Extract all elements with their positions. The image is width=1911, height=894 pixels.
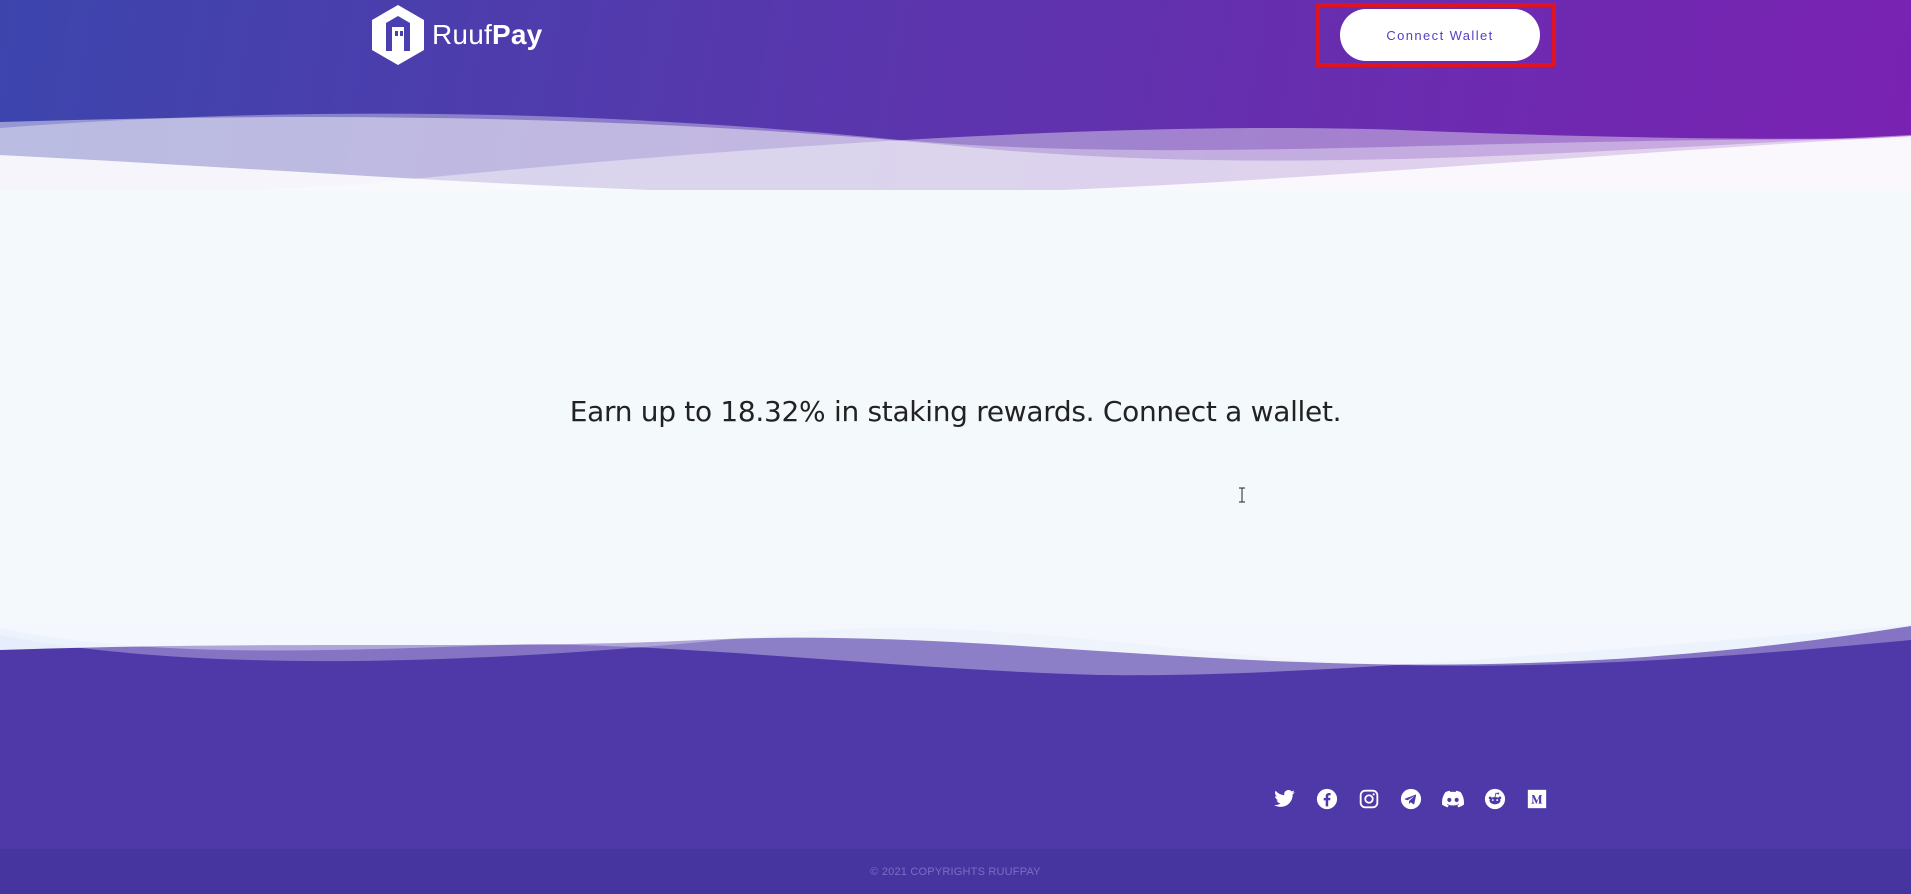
instagram-icon[interactable] [1348, 787, 1390, 811]
ruufpay-logo[interactable]: RuufPay [370, 2, 542, 68]
reddit-icon[interactable] [1474, 787, 1516, 811]
discord-icon[interactable] [1432, 787, 1474, 811]
footer-wave-decoration [0, 620, 1911, 676]
social-links [1264, 787, 1558, 811]
brand-name-bold: Pay [491, 19, 543, 50]
header-wave-decoration [0, 113, 1911, 205]
house-logo-icon [372, 5, 424, 65]
brand-name: RuufPay [432, 19, 542, 51]
copyright-text: © 2021 COPYRIGHTS RUUFPAY [870, 865, 1041, 878]
staking-section: Earn up to 18.32% in staking rewards. Co… [0, 205, 1911, 623]
text-cursor-icon [1239, 487, 1245, 503]
facebook-icon[interactable] [1306, 787, 1348, 811]
staking-headline: Earn up to 18.32% in staking rewards. Co… [569, 395, 1342, 428]
brand-name-light: Ruuf [432, 19, 492, 50]
medium-icon[interactable] [1516, 787, 1558, 811]
site-footer [0, 620, 1911, 850]
telegram-icon[interactable] [1390, 787, 1432, 811]
site-header: RuufPay Connect Wallet [0, 0, 1911, 205]
connect-wallet-button[interactable]: Connect Wallet [1340, 9, 1540, 61]
twitter-icon[interactable] [1264, 787, 1306, 811]
copyright-bar: © 2021 COPYRIGHTS RUUFPAY [0, 849, 1911, 894]
